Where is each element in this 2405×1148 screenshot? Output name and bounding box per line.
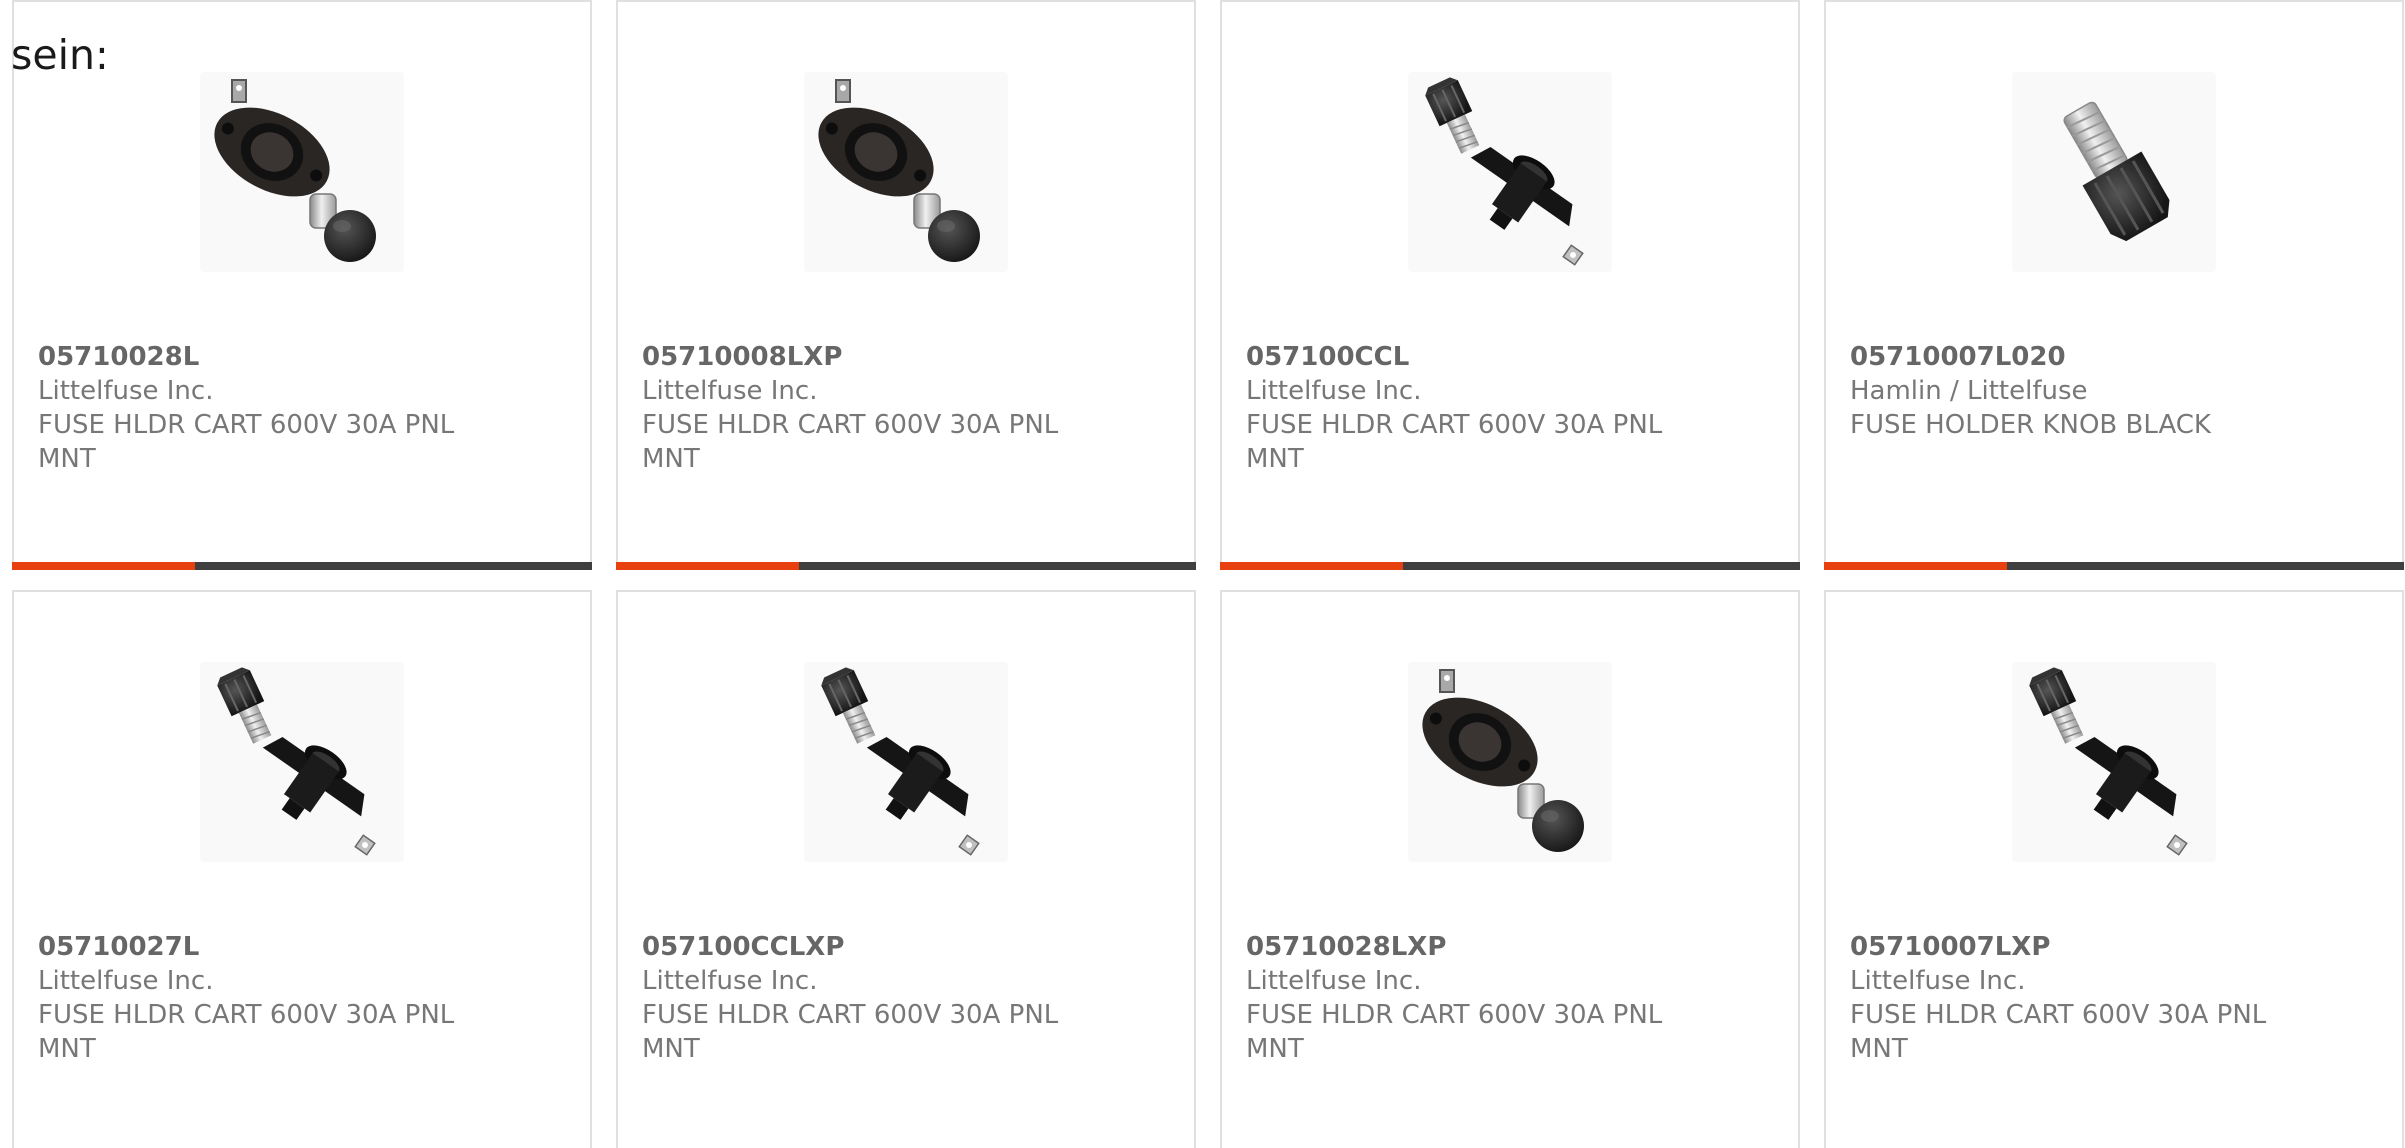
description: FUSE HLDR CART 600V 30A PNL MNT [38, 410, 455, 474]
part-number-link[interactable]: 057100CCLXP [642, 930, 1162, 964]
product-info: 05710007L020 Hamlin / Littelfuse FUSE HO… [1850, 340, 2370, 442]
part-number-link[interactable]: 05710027L [38, 930, 558, 964]
product-image[interactable] [1408, 72, 1612, 272]
product-info: 057100CCLXP Littelfuse Inc. FUSE HLDR CA… [642, 930, 1162, 1066]
product-info: 05710007LXP Littelfuse Inc. FUSE HLDR CA… [1850, 930, 2370, 1066]
product-card[interactable]: 05710027L Littelfuse Inc. FUSE HLDR CART… [12, 590, 592, 1148]
part-number-link[interactable]: 05710008LXP [642, 340, 1162, 374]
product-card[interactable]: 05710007L020 Hamlin / Littelfuse FUSE HO… [1824, 0, 2404, 570]
page: sein: 05710028L Littelfuse Inc. FUSE HLD… [0, 0, 2405, 1148]
manufacturer: Littelfuse Inc. [642, 376, 818, 406]
manufacturer: Littelfuse Inc. [1246, 966, 1422, 996]
description: FUSE HLDR CART 600V 30A PNL MNT [642, 410, 1059, 474]
product-card[interactable]: 05710008LXP Littelfuse Inc. FUSE HLDR CA… [616, 0, 1196, 570]
manufacturer: Littelfuse Inc. [1850, 966, 2026, 996]
product-card[interactable]: 05710007LXP Littelfuse Inc. FUSE HLDR CA… [1824, 590, 2404, 1148]
product-grid: 05710028L Littelfuse Inc. FUSE HLDR CART… [12, 0, 2405, 1148]
description: FUSE HOLDER KNOB BLACK [1850, 410, 2211, 440]
square-flange-fuse-holder-icon [2014, 662, 2214, 862]
progress-fill [616, 562, 799, 570]
product-info: 05710008LXP Littelfuse Inc. FUSE HLDR CA… [642, 340, 1162, 476]
product-info: 05710028LXP Littelfuse Inc. FUSE HLDR CA… [1246, 930, 1766, 1066]
oval-flange-fuse-holder-icon [202, 72, 402, 272]
product-card[interactable]: 057100CCLXP Littelfuse Inc. FUSE HLDR CA… [616, 590, 1196, 1148]
progress-bar [1824, 562, 2404, 570]
square-flange-fuse-holder-icon [806, 662, 1006, 862]
part-number-link[interactable]: 05710028L [38, 340, 558, 374]
description: FUSE HLDR CART 600V 30A PNL MNT [38, 1000, 455, 1064]
part-number-link[interactable]: 05710007L020 [1850, 340, 2370, 374]
oval-flange-fuse-holder-icon [1410, 662, 1610, 862]
product-info: 057100CCL Littelfuse Inc. FUSE HLDR CART… [1246, 340, 1766, 476]
product-image[interactable] [2012, 72, 2216, 272]
product-card[interactable]: 05710028L Littelfuse Inc. FUSE HLDR CART… [12, 0, 592, 570]
description: FUSE HLDR CART 600V 30A PNL MNT [1850, 1000, 2267, 1064]
square-flange-fuse-holder-icon [202, 662, 402, 862]
product-card[interactable]: 057100CCL Littelfuse Inc. FUSE HLDR CART… [1220, 0, 1800, 570]
product-image[interactable] [804, 662, 1008, 862]
part-number-link[interactable]: 05710028LXP [1246, 930, 1766, 964]
square-flange-fuse-holder-icon [1410, 72, 1610, 272]
intro-text: sein: [11, 31, 109, 79]
progress-bar [1220, 562, 1800, 570]
description: FUSE HLDR CART 600V 30A PNL MNT [1246, 410, 1663, 474]
product-image[interactable] [2012, 662, 2216, 862]
product-info: 05710028L Littelfuse Inc. FUSE HLDR CART… [38, 340, 558, 476]
manufacturer: Littelfuse Inc. [38, 966, 214, 996]
description: FUSE HLDR CART 600V 30A PNL MNT [1246, 1000, 1663, 1064]
oval-flange-fuse-holder-icon [806, 72, 1006, 272]
progress-bar [12, 562, 592, 570]
product-image[interactable] [200, 662, 404, 862]
progress-bar [616, 562, 1196, 570]
manufacturer: Littelfuse Inc. [1246, 376, 1422, 406]
product-image[interactable] [1408, 662, 1612, 862]
progress-fill [1824, 562, 2007, 570]
manufacturer: Littelfuse Inc. [642, 966, 818, 996]
progress-fill [1220, 562, 1403, 570]
fuse-holder-knob-icon [2014, 72, 2214, 272]
manufacturer: Hamlin / Littelfuse [1850, 376, 2088, 406]
product-info: 05710027L Littelfuse Inc. FUSE HLDR CART… [38, 930, 558, 1066]
part-number-link[interactable]: 057100CCL [1246, 340, 1766, 374]
product-card[interactable]: 05710028LXP Littelfuse Inc. FUSE HLDR CA… [1220, 590, 1800, 1148]
product-image[interactable] [200, 72, 404, 272]
description: FUSE HLDR CART 600V 30A PNL MNT [642, 1000, 1059, 1064]
manufacturer: Littelfuse Inc. [38, 376, 214, 406]
product-image[interactable] [804, 72, 1008, 272]
progress-fill [12, 562, 195, 570]
part-number-link[interactable]: 05710007LXP [1850, 930, 2370, 964]
